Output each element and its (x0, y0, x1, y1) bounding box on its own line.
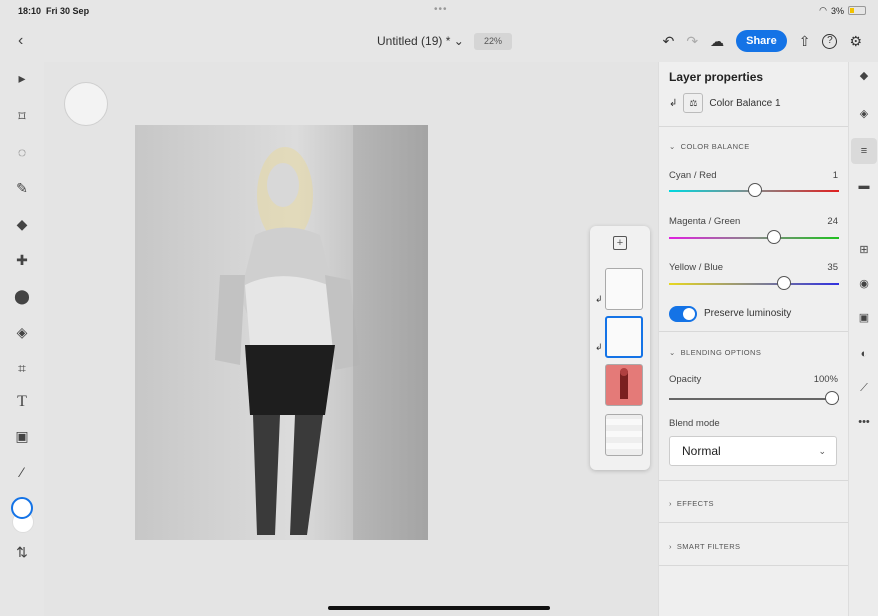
adjustments-icon[interactable]: ≡ (856, 143, 872, 159)
chevron-down-icon: ⌄ (453, 34, 464, 48)
yellow-blue-label: Yellow / Blue (669, 262, 724, 273)
panel-switcher-strip: ◆ ◈ ≡ ▬ ⊞ ◉ ▣ ◐ ⟋ ••• (848, 62, 878, 616)
clone-tool-icon[interactable]: ⬤ (12, 286, 32, 306)
back-icon[interactable]: ‹ (18, 32, 23, 50)
status-bar: 18:10 Fri 30 Sep ••• ◠ 3% (0, 0, 878, 22)
opacity-label: Opacity (669, 374, 702, 385)
multitask-dots[interactable]: ••• (434, 4, 448, 15)
brush-size-preview[interactable] (64, 82, 108, 126)
layer-thumbnail-1[interactable] (605, 268, 643, 310)
left-toolbar: ▸ ⌑ ◌ ✎ ◆ ✚ ⬤ ◈ ⌗ T ▣ ⁄ ⇅ (0, 62, 44, 616)
blend-mode-label: Blend mode (669, 418, 720, 429)
chevron-down-icon: ⌄ (818, 446, 826, 456)
help-icon[interactable]: ? (822, 33, 838, 49)
add-layer-icon[interactable]: + (613, 236, 627, 250)
select-tool-icon[interactable]: ▸ (12, 68, 32, 88)
slider-knob[interactable] (825, 391, 839, 405)
yellow-blue-value[interactable]: 35 (827, 262, 838, 273)
cyan-red-value[interactable]: 1 (833, 170, 838, 181)
divider (659, 565, 849, 566)
status-time: 18:10 Fri 30 Sep (18, 6, 90, 16)
settings-icon[interactable]: ⚙ (849, 33, 862, 50)
cyan-red-slider[interactable] (669, 183, 839, 197)
slider-knob[interactable] (767, 230, 782, 244)
comments-icon[interactable]: ▬ (856, 178, 872, 194)
foreground-color-swatch[interactable] (11, 497, 33, 519)
redo-icon[interactable]: ↷ (686, 33, 698, 50)
divider (659, 126, 849, 127)
place-image-tool-icon[interactable]: ▣ (12, 426, 32, 446)
transform-tool-icon[interactable]: ⌑ (12, 106, 32, 126)
status-right: ◠ 3% (819, 5, 866, 16)
magenta-green-value[interactable]: 24 (827, 216, 838, 227)
layers-panel: + ↲ ↲ (590, 226, 650, 470)
zoom-level[interactable]: 22% (474, 33, 512, 50)
layer-list-icon[interactable]: ◈ (856, 106, 872, 122)
layer-thumbnail-color-balance[interactable] (605, 316, 643, 358)
undo-icon[interactable]: ↶ (663, 33, 675, 50)
adjustment-layer-icon[interactable]: ◐ (856, 346, 872, 362)
wifi-icon: ◠ (819, 5, 827, 15)
magenta-green-label: Magenta / Green (669, 216, 741, 227)
more-icon[interactable]: ••• (856, 414, 872, 430)
blend-mode-select[interactable]: Normal ⌄ (669, 436, 837, 466)
cloud-icon[interactable]: ☁ (710, 33, 724, 50)
photo-figure (215, 125, 428, 540)
divider (659, 480, 849, 481)
visibility-icon[interactable]: ◉ (856, 276, 872, 292)
export-icon[interactable]: ⇧ (799, 33, 811, 50)
canvas-image[interactable] (135, 125, 428, 540)
document-title[interactable]: Untitled (19) * ⌄ (377, 34, 464, 48)
eyedropper-tool-icon[interactable]: ⁄ (12, 462, 32, 482)
healing-tool-icon[interactable]: ✚ (12, 250, 32, 270)
yellow-blue-slider[interactable] (669, 276, 839, 290)
top-bar: ‹ Untitled (19) * ⌄ 22% ↶ ↷ ☁ Share ⇧ ? … (0, 22, 878, 62)
layer-header: ↲ ⚖ Color Balance 1 (669, 93, 781, 113)
mask-icon[interactable]: ▣ (856, 310, 872, 326)
fill-tool-icon[interactable]: ◈ (12, 322, 32, 342)
color-balance-section-header[interactable]: ⌄ COLOR BALANCE (669, 142, 750, 151)
divider (659, 522, 849, 523)
preserve-luminosity-toggle[interactable] (669, 306, 697, 322)
color-balance-icon: ⚖ (683, 93, 704, 113)
slider-knob[interactable] (747, 183, 762, 197)
cyan-red-label: Cyan / Red (669, 170, 717, 181)
effects-section-header[interactable]: › EFFECTS (669, 499, 714, 508)
clip-icon[interactable]: ↲ (669, 98, 677, 109)
add-layer-icon[interactable]: ⊞ (856, 242, 872, 258)
layers-icon[interactable]: ◆ (856, 68, 872, 84)
lasso-tool-icon[interactable]: ◌ (12, 142, 32, 162)
battery-percent: 3% (830, 5, 844, 16)
preserve-luminosity-label: Preserve luminosity (704, 308, 792, 319)
layer-thumbnail-background[interactable] (605, 414, 643, 456)
blending-options-section-header[interactable]: ⌄ BLENDING OPTIONS (669, 348, 761, 357)
eraser-tool-icon[interactable]: ◆ (12, 214, 32, 234)
opacity-slider[interactable] (669, 391, 839, 405)
layer-properties-panel: Layer properties ↲ ⚖ Color Balance 1 ⌄ C… (658, 62, 849, 616)
clip-indicator-icon: ↲ (595, 342, 603, 352)
home-indicator (328, 606, 550, 610)
panel-title: Layer properties (669, 70, 764, 84)
fx-icon[interactable]: ⟋ (856, 380, 872, 396)
brush-tool-icon[interactable]: ✎ (12, 178, 32, 198)
share-button[interactable]: Share (736, 30, 787, 52)
clip-indicator-icon: ↲ (595, 294, 603, 304)
smart-filters-section-header[interactable]: › SMART FILTERS (669, 542, 740, 551)
layer-thumbnail-photo[interactable] (605, 364, 643, 406)
magenta-green-slider[interactable] (669, 230, 839, 244)
battery-icon (848, 6, 866, 15)
slider-knob[interactable] (776, 276, 791, 290)
layer-name: Color Balance 1 (709, 97, 781, 109)
divider (659, 331, 849, 332)
opacity-value[interactable]: 100% (814, 374, 838, 385)
swap-colors-icon[interactable]: ⇅ (12, 542, 32, 562)
crop-tool-icon[interactable]: ⌗ (12, 358, 32, 378)
photo-thumbnail-figure (620, 368, 628, 399)
text-tool-icon[interactable]: T (12, 392, 32, 412)
